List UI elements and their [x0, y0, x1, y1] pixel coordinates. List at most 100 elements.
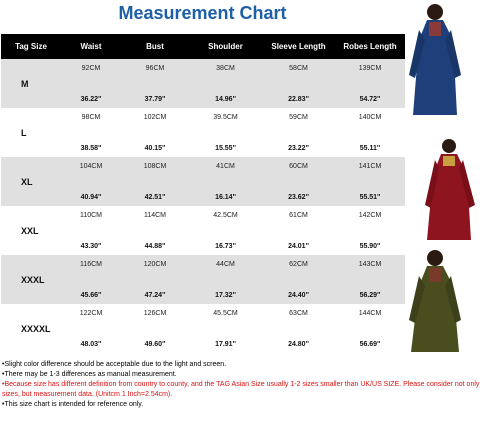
table-row: XXXXL 122CM 48.03'' 126CM 49.60'' 45.5CM 17.91… [1, 304, 405, 353]
table-row: M 92CM 36.22'' 96CM 37.79'' 38CM 14.96'' 58CM 22… [1, 59, 405, 108]
bust-cell: 114CM 44.88'' [121, 206, 189, 255]
cm-value: 102CM [143, 114, 167, 121]
cm-value: 142CM [358, 212, 382, 219]
inch-value: 48.03'' [80, 341, 102, 348]
cm-value: 126CM [143, 310, 167, 317]
cm-value: 44CM [216, 261, 235, 268]
robes-length-cell: 140CM 55.11'' [335, 108, 405, 157]
table-header: Tag Size Waist Bust Shoulder Sleeve Leng… [1, 34, 405, 59]
cm-value: 61CM [289, 212, 308, 219]
shoulder-cell: 39.5CM 15.55'' [189, 108, 262, 157]
header-robes-length: Robes Length [343, 42, 397, 51]
table-row: L 98CM 38.58'' 102CM 40.15'' 39.5CM 15.55'' 59C… [1, 108, 405, 157]
cm-value: 116CM [79, 261, 103, 268]
sleeve-length-cell: 63CM 24.80'' [262, 304, 335, 353]
inch-value: 38.58'' [80, 145, 102, 152]
sleeve-length-cell: 62CM 24.40'' [262, 255, 335, 304]
photo-green-dress [409, 250, 461, 352]
inch-value: 42.51'' [144, 194, 166, 201]
cm-value: 108CM [143, 163, 167, 170]
cm-value: 38CM [216, 65, 235, 72]
inch-value: 40.94'' [80, 194, 102, 201]
inch-value: 24.40'' [288, 292, 309, 299]
inch-value: 55.51'' [359, 194, 381, 201]
bust-cell: 96CM 37.79'' [121, 59, 189, 108]
waist-cell: 116CM 45.66'' [61, 255, 121, 304]
table-row: XXXL 116CM 45.66'' 120CM 47.24'' 44CM 17.32'' 6… [1, 255, 405, 304]
inch-value: 47.24'' [144, 292, 166, 299]
sleeve-length-cell: 59CM 23.22'' [262, 108, 335, 157]
inch-value: 22.83'' [288, 96, 309, 103]
cm-value: 98CM [81, 114, 101, 121]
waist-cell: 98CM 38.58'' [61, 108, 121, 157]
bust-cell: 102CM 40.15'' [121, 108, 189, 157]
sleeve-length-cell: 61CM 24.01'' [262, 206, 335, 255]
robes-length-cell: 141CM 55.51'' [335, 157, 405, 206]
note-line: •Because size has different definition f… [2, 381, 480, 398]
cm-value: 110CM [79, 212, 103, 219]
header-waist: Waist [80, 42, 102, 51]
sleeve-length-cell: 58CM 22.83'' [262, 59, 335, 108]
waist-cell: 104CM 40.94'' [61, 157, 121, 206]
sleeve-length-cell: 60CM 23.62'' [262, 157, 335, 206]
inch-value: 55.11'' [359, 145, 381, 152]
header-sleeve-length: Sleeve Length [271, 42, 326, 51]
cm-value: 92CM [81, 65, 101, 72]
note-line: •Slight color difference should be accep… [2, 361, 227, 368]
inch-value: 44.88'' [144, 243, 166, 250]
size-label: XXXL [21, 274, 45, 285]
robes-length-cell: 143CM 56.29'' [335, 255, 405, 304]
cm-value: 39.5CM [213, 114, 238, 121]
cm-value: 122CM [79, 310, 103, 317]
inch-value: 24.01'' [288, 243, 309, 250]
waist-cell: 122CM 48.03'' [61, 304, 121, 353]
shoulder-cell: 42.5CM 16.73'' [189, 206, 262, 255]
inch-value: 45.66'' [80, 292, 102, 299]
inch-value: 40.15'' [144, 145, 166, 152]
robes-length-cell: 144CM 56.69'' [335, 304, 405, 353]
cm-value: 58CM [289, 65, 308, 72]
cm-value: 139CM [358, 65, 382, 72]
inch-value: 56.69'' [359, 341, 381, 348]
cm-value: 42.5CM [213, 212, 238, 219]
cm-value: 141CM [358, 163, 382, 170]
cm-value: 104CM [79, 163, 103, 170]
inch-value: 24.80'' [288, 341, 309, 348]
inch-value: 15.55'' [215, 145, 236, 152]
cm-value: 96CM [145, 65, 165, 72]
cm-value: 60CM [289, 163, 308, 170]
inch-value: 23.22'' [288, 145, 309, 152]
size-label: L [21, 127, 27, 138]
cm-value: 41CM [216, 163, 235, 170]
cm-value: 144CM [358, 310, 382, 317]
size-table: Tag Size Waist Bust Shoulder Sleeve Leng… [1, 34, 405, 353]
shoulder-cell: 41CM 16.14'' [189, 157, 262, 206]
inch-value: 16.14'' [215, 194, 236, 201]
notes: •Slight color difference should be accep… [2, 360, 498, 410]
inch-value: 17.91'' [215, 341, 236, 348]
size-label: XL [21, 176, 33, 187]
inch-value: 56.29'' [359, 292, 381, 299]
cm-value: 59CM [289, 114, 308, 121]
header-shoulder: Shoulder [208, 42, 243, 51]
note-line: •There may be 1-3 differences as manual … [2, 371, 177, 378]
table-row: XL 104CM 40.94'' 108CM 42.51'' 41CM 16.14'' 60C… [1, 157, 405, 206]
waist-cell: 110CM 43.30'' [61, 206, 121, 255]
table-row: XXL 110CM 43.30'' 114CM 44.88'' 42.5CM 16.73''… [1, 206, 405, 255]
chart-title: Measurement Chart [118, 3, 287, 23]
bust-cell: 108CM 42.51'' [121, 157, 189, 206]
cm-value: 62CM [289, 261, 308, 268]
cm-value: 63CM [289, 310, 308, 317]
inch-value: 16.73'' [215, 243, 236, 250]
shoulder-cell: 38CM 14.96'' [189, 59, 262, 108]
header-tag-size: Tag Size [15, 42, 47, 51]
inch-value: 14.96'' [215, 96, 236, 103]
inch-value: 54.72'' [359, 96, 381, 103]
header-bust: Bust [146, 42, 164, 51]
cm-value: 45.5CM [213, 310, 238, 317]
inch-value: 55.90'' [359, 243, 381, 250]
size-label: XXXXL [21, 323, 51, 334]
inch-value: 49.60'' [144, 341, 166, 348]
shoulder-cell: 44CM 17.32'' [189, 255, 262, 304]
note-line: •This size chart is intended for referen… [2, 401, 144, 408]
